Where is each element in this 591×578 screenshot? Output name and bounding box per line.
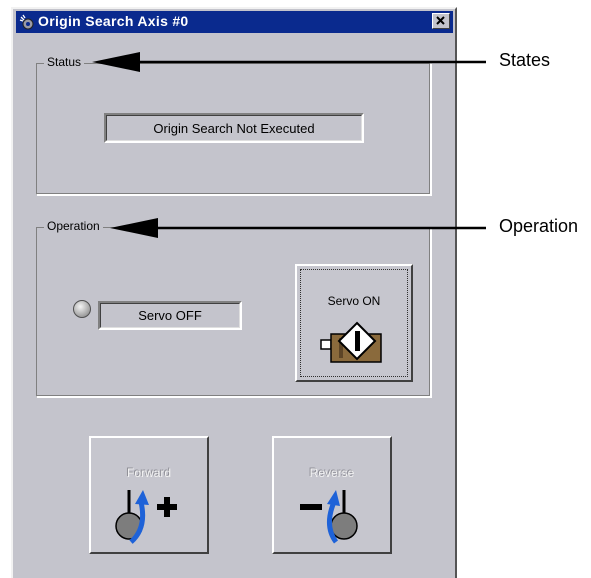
servo-on-label: Servo ON [327, 294, 381, 308]
servo-status-led [73, 300, 91, 318]
close-button[interactable] [432, 13, 450, 29]
forward-jog-icon [115, 490, 177, 544]
callout-operation: Operation [499, 216, 579, 236]
servo-state-display: Servo OFF [98, 301, 242, 330]
status-group: Status Origin Search Not Executed [36, 55, 431, 195]
operation-group: Operation Servo OFF Servo ON [36, 219, 431, 397]
window-title: Origin Search Axis #0 [38, 13, 189, 29]
reverse-label: Reverse [309, 466, 355, 480]
reverse-button[interactable]: Reverse [272, 436, 392, 554]
operation-group-label: Operation [44, 219, 103, 233]
title-bar[interactable]: Origin Search Axis #0 [16, 11, 453, 33]
origin-search-window: Origin Search Axis #0 Status Origin Sear… [11, 7, 457, 578]
status-display: Origin Search Not Executed [104, 113, 364, 143]
forward-button[interactable]: Forward [89, 436, 209, 554]
servo-motor-icon [320, 321, 382, 363]
servo-on-button[interactable]: Servo ON [295, 264, 413, 382]
reverse-jog-icon [300, 490, 358, 544]
forward-label: Forward [126, 466, 171, 480]
callout-states: States [499, 50, 551, 70]
status-group-label: Status [44, 55, 85, 69]
gear-icon [19, 14, 34, 30]
close-icon [436, 16, 445, 25]
